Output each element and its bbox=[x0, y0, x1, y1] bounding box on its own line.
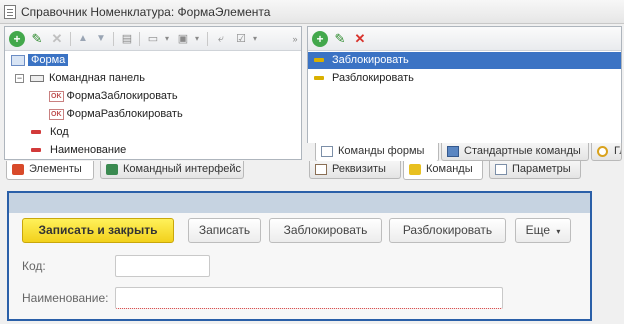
tab-commands[interactable]: Команды bbox=[403, 161, 483, 180]
toolbar-separator bbox=[70, 32, 71, 46]
move-up-icon[interactable]: ▲ bbox=[75, 31, 91, 47]
command-interface-icon bbox=[106, 164, 118, 175]
global-commands-icon bbox=[597, 146, 608, 157]
tree-item-form-unlock[interactable]: OK ФормаРазблокировать bbox=[49, 106, 183, 123]
command-item-label: Заблокировать bbox=[332, 54, 409, 66]
field-icon bbox=[31, 148, 41, 153]
elements-toolbar: + ✎ ✕ ▲ ▼ ▤ ▭ ▾ ▣ ▾ ⤶ ☑ ▾ » bbox=[5, 27, 301, 51]
save-button[interactable]: Записать bbox=[188, 218, 261, 243]
tab-label: Гл bbox=[614, 145, 621, 157]
tab-global-commands[interactable]: Гл bbox=[591, 143, 622, 161]
name-label: Наименование: bbox=[22, 291, 109, 305]
tree-item-label: Код bbox=[50, 126, 69, 138]
dropdown-arrow-icon[interactable]: ▾ bbox=[159, 31, 175, 47]
elements-tree: Форма − Командная панель OK ФормаЗаблокиро… bbox=[5, 51, 301, 159]
command-item-unlock[interactable]: Разблокировать bbox=[308, 70, 414, 87]
button-icon: OK bbox=[49, 90, 64, 102]
command-panel-icon bbox=[30, 74, 44, 82]
commands-subtabs: Команды формы Стандартные команды Гл bbox=[307, 143, 622, 163]
elements-icon bbox=[12, 164, 24, 175]
toolbar-separator bbox=[139, 32, 140, 46]
tree-item-label: Командная панель bbox=[49, 72, 145, 84]
tree-item-form[interactable]: Форма bbox=[11, 52, 71, 69]
command-item-label: Разблокировать bbox=[332, 72, 414, 84]
more-button[interactable]: Еще ▾ bbox=[515, 218, 571, 243]
swap-icon[interactable]: ⤶ bbox=[213, 31, 229, 47]
command-icon bbox=[314, 58, 324, 63]
elements-pane: + ✎ ✕ ▲ ▼ ▤ ▭ ▾ ▣ ▾ ⤶ ☑ ▾ » Форма − Коман… bbox=[4, 26, 302, 160]
tab-elements[interactable]: Элементы bbox=[6, 161, 94, 180]
document-icon bbox=[4, 5, 16, 19]
edit-icon[interactable]: ✎ bbox=[332, 31, 348, 47]
window-title: Справочник Номенклатура: ФормаЭлемента bbox=[21, 5, 271, 19]
tab-label: Параметры bbox=[512, 163, 571, 175]
tab-parameters[interactable]: Параметры bbox=[489, 161, 581, 179]
command-item-lock[interactable]: Заблокировать bbox=[308, 52, 621, 69]
more-button-label: Еще bbox=[525, 223, 551, 237]
preview-header bbox=[9, 193, 590, 213]
unlock-button[interactable]: Разблокировать bbox=[389, 218, 506, 243]
title-bar: Справочник Номенклатура: ФормаЭлемента bbox=[0, 0, 624, 24]
tab-label: Стандартные команды bbox=[464, 145, 581, 157]
tab-standard-commands[interactable]: Стандартные команды bbox=[441, 143, 589, 161]
standard-commands-icon bbox=[447, 146, 459, 157]
tree-item-label: Форма bbox=[28, 54, 69, 66]
form-preview: Записать и закрыть Записать Заблокироват… bbox=[7, 191, 592, 321]
commands-pane: + ✎ ✕ Заблокировать Разблокировать bbox=[307, 26, 622, 160]
command-icon bbox=[314, 76, 324, 81]
add-icon[interactable]: + bbox=[9, 31, 25, 47]
toolbar-separator bbox=[207, 32, 208, 46]
tab-label: Команды bbox=[426, 163, 473, 175]
tree-item-command-panel[interactable]: − Командная панель bbox=[15, 70, 145, 87]
tree-item-code[interactable]: Код bbox=[31, 124, 69, 141]
delete-icon[interactable]: ✕ bbox=[49, 31, 65, 47]
tab-label: Команды формы bbox=[338, 145, 425, 157]
parameters-icon bbox=[495, 164, 507, 175]
code-field[interactable] bbox=[115, 255, 210, 277]
edit-icon[interactable]: ✎ bbox=[29, 31, 45, 47]
collapse-icon[interactable]: − bbox=[15, 73, 24, 83]
commands-icon bbox=[321, 146, 333, 157]
code-label: Код: bbox=[22, 259, 46, 273]
tab-label: Элементы bbox=[29, 163, 82, 175]
form-icon bbox=[11, 54, 25, 66]
tree-item-label: Наименование bbox=[50, 144, 127, 156]
commands-icon bbox=[409, 164, 421, 175]
dropdown-arrow-icon[interactable]: ▾ bbox=[189, 31, 205, 47]
tree-item-label: ФормаРазблокировать bbox=[66, 108, 183, 120]
commands-toolbar: + ✎ ✕ bbox=[308, 27, 621, 51]
tab-label: Командный интерфейс bbox=[123, 163, 242, 175]
right-tabs: Реквизиты Команды Параметры bbox=[307, 161, 622, 181]
delete-icon[interactable]: ✕ bbox=[352, 31, 368, 47]
toolbar-separator bbox=[113, 32, 114, 46]
button-icon: OK bbox=[49, 108, 64, 120]
name-field[interactable] bbox=[115, 287, 503, 309]
form-properties-icon[interactable]: ▤ bbox=[119, 31, 135, 47]
field-icon bbox=[31, 130, 41, 135]
tree-item-label: ФормаЗаблокировать bbox=[66, 90, 178, 102]
tab-attributes[interactable]: Реквизиты bbox=[309, 161, 401, 179]
add-icon[interactable]: + bbox=[312, 31, 328, 47]
tree-item-name[interactable]: Наименование bbox=[31, 142, 126, 159]
tree-item-form-lock[interactable]: OK ФормаЗаблокировать bbox=[49, 88, 178, 105]
lock-button[interactable]: Заблокировать bbox=[269, 218, 382, 243]
left-tabs: Элементы Командный интерфейс bbox=[4, 161, 302, 181]
tab-label: Реквизиты bbox=[332, 163, 386, 175]
chevron-down-icon: ▾ bbox=[556, 227, 561, 236]
attributes-icon bbox=[315, 164, 327, 175]
dropdown-arrow-icon[interactable]: ▾ bbox=[247, 31, 263, 47]
tab-form-commands[interactable]: Команды формы bbox=[315, 143, 439, 162]
save-and-close-button[interactable]: Записать и закрыть bbox=[22, 218, 174, 243]
move-down-icon[interactable]: ▼ bbox=[93, 31, 109, 47]
tab-command-interface[interactable]: Командный интерфейс bbox=[100, 161, 244, 179]
more-toolbar-icon[interactable]: » bbox=[287, 31, 303, 47]
